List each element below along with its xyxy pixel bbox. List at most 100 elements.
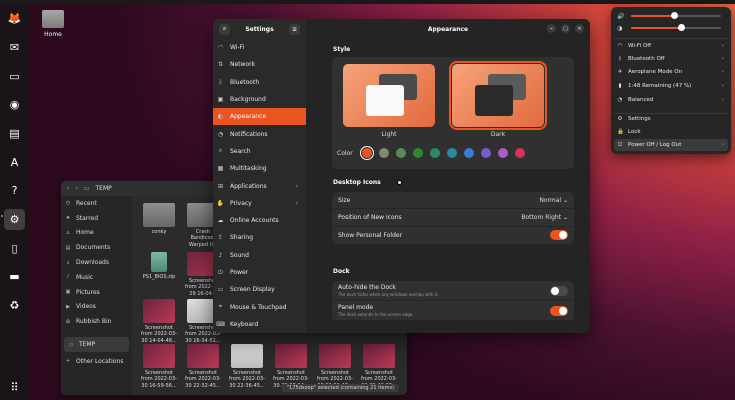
nav-item-applications[interactable]: ⊞ Applications › — [213, 177, 306, 194]
chevron-down-icon: ⌄ — [562, 196, 568, 204]
search-icon[interactable]: ⌕ — [219, 23, 230, 35]
disk-icon[interactable]: ▬ — [4, 266, 25, 287]
divider — [614, 38, 728, 39]
nav-item-screen-display[interactable]: ▭ Screen Display — [213, 281, 306, 298]
file-item[interactable]: Screenshot from 2022-03-30 22-32-45... — [185, 344, 221, 389]
sidebar-item[interactable]: ◷ Recent — [61, 196, 132, 211]
help-icon[interactable]: ? — [4, 180, 25, 201]
file-item[interactable]: Screenshot from 2022-03-30 14-04-48... — [141, 299, 177, 344]
file-item-label: Screenshot from 2022-03-30 14-04-48... — [141, 325, 177, 344]
qs-settings-item[interactable]: ⚙ Settings — [614, 113, 728, 125]
nav-item-keyboard[interactable]: ⌨ Keyboard — [213, 316, 306, 333]
sidebar-item[interactable]: ⌂ Home — [61, 226, 132, 241]
file-item[interactable]: conky — [141, 203, 177, 235]
nav-item-network[interactable]: ⇅ Network — [213, 56, 306, 73]
files-icon[interactable]: ▭ — [4, 66, 25, 87]
qs-lock-item[interactable]: 🔒 Lock — [614, 126, 728, 138]
sidebar-item[interactable]: ♪ Music — [61, 270, 132, 285]
accent-color-swatch[interactable] — [463, 148, 474, 158]
mouse-cursor — [397, 180, 402, 185]
app-center-icon[interactable]: A — [4, 152, 25, 173]
nav-item-sound[interactable]: ♪ Sound — [213, 247, 306, 264]
nav-item-bluetooth[interactable]: ᛒ Bluetooth — [213, 74, 306, 91]
nav-item-online-accounts[interactable]: ☁ Online Accounts — [213, 212, 306, 229]
qs-toggle-item[interactable]: ✈ Aeroplane Mode On › — [614, 66, 728, 78]
sidebar-item[interactable]: ▣ Pictures — [61, 285, 132, 300]
sidebar-item[interactable]: ↓ Downloads — [61, 255, 132, 270]
qs-item-icon: ✈ — [617, 69, 623, 75]
accent-color-swatch[interactable] — [480, 148, 491, 158]
nav-item-icon: ▦ — [217, 165, 224, 173]
sidebar-item[interactable]: ★ Starred — [61, 211, 132, 226]
sidebar-item-label: Documents — [76, 244, 111, 252]
personal-folder-toggle[interactable] — [550, 230, 568, 241]
close-icon[interactable]: ✕ — [575, 24, 584, 33]
nav-item-sharing[interactable]: ⇪ Sharing — [213, 229, 306, 246]
brightness-slider-knob[interactable] — [677, 24, 685, 31]
file-item[interactable]: Screenshot from 2022-03-30 22-40-33... — [361, 344, 397, 389]
nav-item-search[interactable]: ⌕ Search — [213, 143, 306, 160]
sidebar-item[interactable]: ▤ Documents — [61, 240, 132, 255]
accent-color-swatch[interactable] — [497, 148, 508, 158]
file-item[interactable]: PS1_BIOS.zip — [141, 252, 177, 280]
nav-item-power[interactable]: ⏻ Power — [213, 264, 306, 281]
accent-color-swatch[interactable] — [395, 148, 406, 158]
file-item[interactable]: Screenshot from 2022-03-30 22-38-04... — [273, 344, 309, 389]
qs-toggle-item[interactable]: ◔ Balanced › — [614, 94, 728, 106]
desktop-home-icon[interactable]: Home — [41, 10, 65, 38]
settings-icon[interactable]: ⚙ — [4, 209, 25, 230]
sidebar-item[interactable]: ♻ Rubbish Bin — [61, 314, 132, 329]
accent-color-swatch[interactable] — [429, 148, 440, 158]
sidebar-item[interactable]: + Other Locations — [61, 354, 132, 369]
autohide-toggle[interactable] — [550, 285, 568, 296]
volume-slider[interactable]: 🔊 — [617, 12, 725, 20]
accent-color-swatch[interactable] — [359, 146, 374, 160]
back-icon[interactable]: ‹ — [67, 185, 69, 192]
usb-drive-icon[interactable]: ▯ — [4, 238, 25, 259]
file-item[interactable]: Screenshot from 2022-03-30 16-59-56... — [141, 344, 177, 389]
light-style-preview[interactable] — [343, 64, 435, 127]
forward-icon[interactable]: › — [75, 185, 77, 192]
accent-color-swatch[interactable] — [378, 148, 389, 158]
thunderbird-icon[interactable]: ✉ — [4, 37, 25, 58]
accent-color-swatch[interactable] — [514, 148, 525, 158]
nav-item-mouse-touchpad[interactable]: ⌖ Mouse & Touchpad — [213, 298, 306, 315]
firefox-icon[interactable]: 🦊 — [4, 8, 25, 29]
desktop-icons-section-title: Desktop Icons — [333, 179, 381, 186]
nav-item-appearance[interactable]: ◐ Appearance — [213, 108, 306, 126]
rhythmbox-icon[interactable]: ◉ — [4, 94, 25, 115]
maximize-icon[interactable]: ▢ — [561, 24, 570, 33]
sidebar-item[interactable]: ▭ TEMP — [64, 337, 129, 352]
libreoffice-writer-icon[interactable]: ▤ — [4, 123, 25, 144]
path-bar[interactable]: TEMP — [95, 185, 111, 192]
accent-color-swatch[interactable] — [446, 148, 457, 158]
volume-slider-knob[interactable] — [671, 12, 679, 19]
nav-item-notifications[interactable]: ◔ Notifications — [213, 125, 306, 142]
show-apps-icon[interactable]: ⠿ — [4, 377, 25, 398]
power-icon: ⏻ — [617, 141, 623, 148]
nav-item-multitasking[interactable]: ▦ Multitasking — [213, 160, 306, 177]
qs-toggle-item[interactable]: ᛒ Bluetooth Off › — [614, 53, 728, 65]
accent-color-swatch[interactable] — [412, 148, 423, 158]
brightness-slider[interactable]: ◑ — [617, 24, 725, 32]
sidebar-item[interactable]: ▶ Videos — [61, 300, 132, 315]
sidebar-item-label: Downloads — [76, 259, 109, 267]
archive-icon — [151, 252, 167, 272]
trash-icon[interactable]: ♻ — [4, 295, 25, 316]
nav-item-privacy[interactable]: ✋ Privacy › — [213, 195, 306, 212]
qs-toggle-item[interactable]: ▮ 1:48 Remaining (47 %) › — [614, 80, 728, 92]
qs-power-item[interactable]: ⏻ Power Off / Log Out › — [614, 139, 728, 151]
minimize-icon[interactable]: – — [547, 24, 556, 33]
panel-mode-toggle[interactable] — [550, 305, 568, 316]
file-item[interactable]: Screenshot from 2022-03-30 22-39-47... — [317, 344, 353, 389]
size-row[interactable]: Size Normal ⌄ — [332, 192, 574, 210]
menu-icon[interactable]: ≡ — [288, 23, 300, 35]
qs-item-icon: ▮ — [618, 83, 622, 89]
chevron-right-icon: › — [295, 199, 298, 207]
nav-item-background[interactable]: ▣ Background — [213, 91, 306, 108]
qs-toggle-item[interactable]: ◠ Wi-Fi Off › — [614, 40, 728, 52]
dark-style-preview[interactable] — [449, 61, 547, 130]
file-item[interactable]: Screenshot from 2022-03-30 22-36-45... — [229, 344, 265, 389]
position-row[interactable]: Position of New Icons Bottom Right ⌄ — [332, 209, 574, 227]
nav-item-wi-fi[interactable]: ◠ Wi-Fi — [213, 39, 306, 56]
